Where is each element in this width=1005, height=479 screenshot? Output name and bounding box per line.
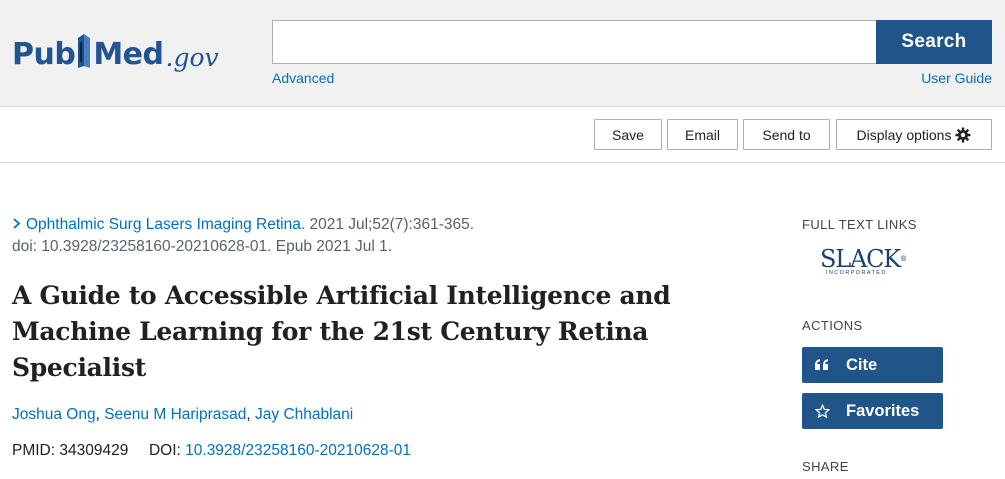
share-heading: SHARE	[802, 459, 849, 474]
search-button[interactable]: Search	[876, 20, 992, 64]
display-options-label: Display options	[856, 126, 952, 143]
article-title: A Guide to Accessible Artificial Intelli…	[12, 281, 671, 382]
display-options-button[interactable]: Display options	[836, 119, 992, 150]
citation-details: . 2021 Jul;52(7):361-365.	[300, 216, 475, 233]
doi-epub-line: doi: 10.3928/23258160-20210628-01. Epub …	[12, 238, 393, 255]
identifiers: PMID: 34309429 DOI: 10.3928/23258160-202…	[12, 442, 411, 460]
site-header: Pub Med .gov Search Advanced User Guide	[0, 0, 1005, 107]
gear-icon	[955, 127, 971, 143]
article-toolbar: Save Email Send to Display options	[0, 107, 1005, 163]
citation-line: Ophthalmic Surg Lasers Imaging Retina. 2…	[12, 213, 732, 258]
user-guide-link[interactable]: User Guide	[921, 70, 992, 86]
pubmed-logo[interactable]: Pub Med .gov	[12, 14, 219, 70]
doi-link[interactable]: 10.3928/23258160-20210628-01	[185, 442, 411, 459]
author-list: Joshua Ong, Seenu M Hariprasad, Jay Chha…	[12, 406, 354, 423]
advanced-search-link[interactable]: Advanced	[272, 70, 334, 86]
search-input[interactable]	[272, 20, 877, 64]
cite-label: Cite	[846, 355, 878, 374]
email-button[interactable]: Email	[667, 119, 738, 150]
doi-label: DOI:	[148, 442, 186, 459]
author-link[interactable]: Joshua Ong	[12, 406, 96, 423]
slack-logo-text: SLACK®	[820, 245, 908, 273]
quote-icon	[802, 359, 842, 371]
logo-text-pub: Pub	[12, 37, 76, 72]
save-button[interactable]: Save	[594, 119, 662, 150]
chevron-right-icon[interactable]	[12, 213, 21, 235]
cite-button[interactable]: Cite	[802, 347, 943, 383]
logo-text-med: Med	[93, 37, 164, 72]
book-icon	[76, 32, 92, 70]
author-link[interactable]: Seenu M Hariprasad	[104, 406, 246, 423]
journal-link[interactable]: Ophthalmic Surg Lasers Imaging Retina	[26, 216, 301, 233]
actions-heading: ACTIONS	[802, 318, 863, 333]
author-link[interactable]: Jay Chhablani	[255, 406, 353, 423]
send-to-button[interactable]: Send to	[743, 119, 830, 150]
pmid-value: 34309429	[59, 442, 129, 459]
favorites-label: Favorites	[846, 401, 920, 420]
logo-text-gov: .gov	[165, 43, 219, 72]
full-text-links-heading: FULL TEXT LINKS	[802, 217, 917, 232]
slack-publisher-link[interactable]: SLACK® INCORPORATED	[820, 245, 908, 280]
star-icon	[802, 403, 842, 419]
favorites-button[interactable]: Favorites	[802, 393, 943, 429]
pmid-label: PMID:	[12, 442, 60, 459]
